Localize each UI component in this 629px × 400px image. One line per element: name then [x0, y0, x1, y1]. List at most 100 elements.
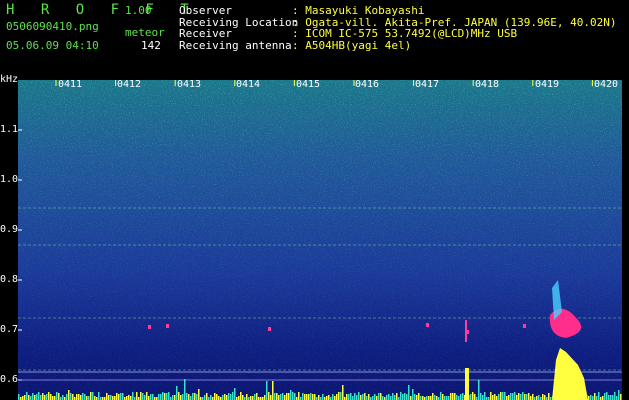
- noise-bar: [418, 393, 420, 400]
- spectrogram-noise-dark: [18, 80, 622, 400]
- noise-bar: [342, 385, 344, 400]
- noise-bar: [160, 394, 162, 400]
- noise-bar: [474, 394, 476, 400]
- noise-bar: [152, 394, 154, 400]
- noise-bar: [610, 395, 612, 400]
- count-value: 142: [141, 39, 161, 52]
- y-tick-label: 0.8: [0, 274, 19, 285]
- noise-bar: [206, 393, 208, 400]
- noise-bar: [118, 394, 120, 400]
- noise-bar: [528, 393, 530, 400]
- noise-bar: [280, 394, 282, 400]
- noise-bar: [382, 396, 384, 400]
- noise-bar: [166, 393, 168, 400]
- noise-bar: [414, 394, 416, 400]
- noise-bar: [502, 392, 504, 400]
- noise-bar: [470, 394, 472, 400]
- noise-bar: [114, 396, 116, 400]
- noise-bar: [328, 395, 330, 400]
- noise-bar: [446, 396, 448, 400]
- noise-bar: [364, 393, 366, 400]
- noise-bar: [526, 394, 528, 400]
- noise-bar: [246, 394, 248, 400]
- noise-bar: [334, 396, 336, 400]
- noise-bar: [226, 395, 228, 400]
- noise-bar: [440, 392, 442, 400]
- noise-bar: [174, 395, 176, 400]
- meteor-echo: [148, 325, 151, 329]
- noise-bar: [198, 389, 200, 400]
- noise-bar: [608, 395, 610, 400]
- noise-bar: [28, 395, 30, 400]
- noise-bar: [448, 396, 450, 400]
- noise-bar: [312, 394, 314, 400]
- noise-bar: [524, 394, 526, 400]
- noise-bar: [592, 396, 594, 400]
- noise-bar: [92, 392, 94, 400]
- noise-bar: [50, 394, 52, 400]
- noise-bar: [548, 393, 550, 400]
- noise-bar: [510, 393, 512, 400]
- x-tick-label: 0420: [594, 79, 619, 90]
- y-tick-label: 0.7: [0, 324, 19, 335]
- noise-bar: [338, 392, 340, 400]
- noise-bar: [392, 393, 394, 400]
- noise-bar: [436, 396, 438, 400]
- noise-bar: [288, 393, 290, 400]
- y-axis-unit: kHz: [0, 74, 19, 85]
- noise-bar: [26, 392, 28, 400]
- meta-row-observer: Observer: Masayuki Kobayashi: [179, 4, 425, 17]
- noise-bar: [442, 394, 444, 400]
- noise-bar: [268, 392, 270, 400]
- noise-bar: [420, 396, 422, 400]
- noise-bar: [444, 396, 446, 400]
- noise-bar: [76, 394, 78, 400]
- noise-bar: [36, 394, 38, 400]
- noise-bar: [88, 396, 90, 400]
- noise-bar: [56, 392, 58, 400]
- spectrogram[interactable]: [18, 80, 622, 400]
- noise-bar: [518, 393, 520, 400]
- noise-bar: [46, 394, 48, 400]
- noise-bar: [588, 396, 590, 400]
- noise-bar: [430, 396, 432, 400]
- noise-bar: [508, 395, 510, 400]
- noise-bar: [460, 394, 462, 400]
- noise-bar: [218, 396, 220, 400]
- x-tick-label: 0416: [355, 79, 380, 90]
- noise-bar: [294, 393, 296, 400]
- noise-bar: [452, 393, 454, 400]
- noise-bar: [450, 393, 452, 400]
- noise-bar: [378, 393, 380, 400]
- noise-bar: [18, 394, 20, 400]
- noise-bar: [72, 394, 74, 400]
- noise-bar: [480, 393, 482, 400]
- noise-bar: [142, 393, 144, 400]
- noise-bar: [254, 394, 256, 400]
- noise-bar: [242, 395, 244, 400]
- noise-bar: [616, 396, 618, 400]
- noise-bar: [408, 385, 410, 400]
- noise-bar: [336, 394, 338, 400]
- y-tick-label: 0.6: [0, 374, 19, 385]
- noise-bar: [602, 396, 604, 400]
- noise-bar: [496, 396, 498, 400]
- noise-bar: [66, 394, 68, 400]
- noise-bar: [194, 393, 196, 400]
- meteor-echo: [166, 324, 169, 328]
- noise-bar: [340, 392, 342, 400]
- noise-bar: [606, 392, 608, 400]
- noise-bar: [612, 395, 614, 400]
- noise-bar: [90, 392, 92, 400]
- noise-bar: [598, 392, 600, 400]
- noise-bar: [192, 393, 194, 400]
- noise-bar: [492, 395, 494, 400]
- noise-bar: [136, 392, 138, 400]
- noise-bar: [298, 392, 300, 400]
- meteor-echo: [268, 327, 271, 331]
- noise-bar: [530, 396, 532, 400]
- noise-bar: [532, 394, 534, 400]
- noise-bar: [196, 394, 198, 400]
- noise-bar: [276, 393, 278, 400]
- noise-bar: [44, 395, 46, 400]
